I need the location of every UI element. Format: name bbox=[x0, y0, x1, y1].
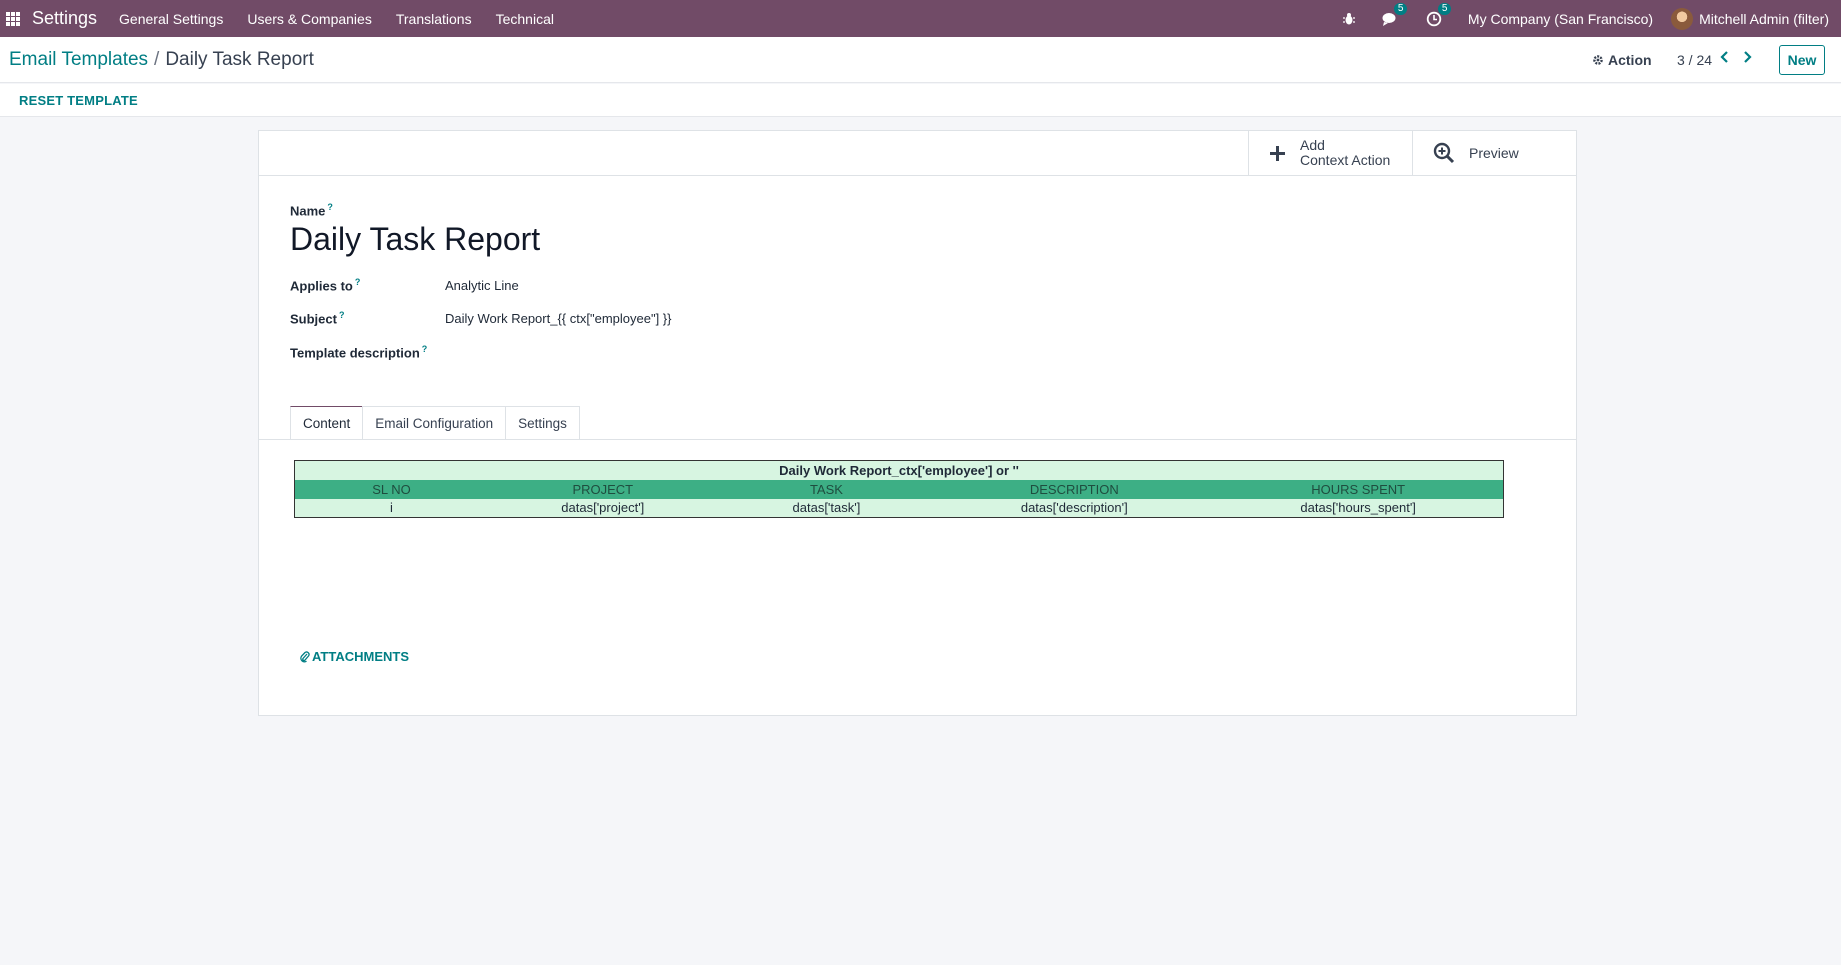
new-button[interactable]: New bbox=[1779, 45, 1825, 75]
messages-badge: 5 bbox=[1393, 2, 1408, 15]
pager-value[interactable]: 3 / 24 bbox=[1677, 52, 1712, 68]
apps-menu-icon[interactable] bbox=[6, 11, 20, 26]
table-header-task: TASK bbox=[717, 479, 936, 499]
preview-button[interactable]: Preview bbox=[1412, 131, 1576, 175]
plus-icon bbox=[1269, 145, 1286, 162]
breadcrumb-separator: / bbox=[154, 49, 160, 70]
table-header-sl-no: SL NO bbox=[294, 479, 488, 499]
menu-translations[interactable]: Translations bbox=[396, 11, 472, 27]
applies-to-label-text: Applies to bbox=[290, 278, 353, 294]
messages-icon[interactable]: 5 bbox=[1382, 2, 1408, 27]
tab-content[interactable]: Content bbox=[290, 406, 364, 440]
table-cell-hours-spent: datas['hours_spent'] bbox=[1213, 498, 1504, 518]
tab-email-configuration[interactable]: Email Configuration bbox=[362, 406, 507, 440]
subject-label-text: Subject bbox=[290, 311, 337, 327]
activities-badge: 5 bbox=[1437, 2, 1452, 15]
breadcrumb-current: Daily Task Report bbox=[165, 49, 314, 70]
pager-prev-icon[interactable] bbox=[1720, 50, 1730, 68]
breadcrumb-email-templates[interactable]: Email Templates bbox=[9, 49, 148, 70]
gear-icon bbox=[1593, 55, 1603, 65]
add-context-action-line1: Add bbox=[1300, 137, 1325, 153]
menu-technical[interactable]: Technical bbox=[496, 11, 554, 27]
name-help-tooltip[interactable]: ? bbox=[327, 202, 333, 212]
name-label-text: Name bbox=[290, 203, 326, 219]
applies-to-field[interactable]: Analytic Line bbox=[445, 278, 519, 293]
tabs-divider bbox=[259, 439, 1576, 440]
table-cell-task: datas['task'] bbox=[717, 498, 936, 518]
attachments-label: ATTACHMENTS bbox=[312, 649, 410, 664]
form-statusbar: RESET TEMPLATE bbox=[0, 84, 1841, 117]
company-switcher[interactable]: My Company (San Francisco) bbox=[1468, 11, 1653, 27]
form-sheet: Add Context Action Preview Name? Daily T… bbox=[258, 130, 1577, 716]
pager-next-icon[interactable] bbox=[1742, 50, 1752, 68]
applies-to-help-tooltip[interactable]: ? bbox=[355, 277, 361, 287]
notebook-tabs: Content Email Configuration Settings bbox=[290, 406, 580, 440]
add-context-action-button[interactable]: Add Context Action bbox=[1248, 131, 1412, 175]
table-header-description: DESCRIPTION bbox=[935, 479, 1214, 499]
reset-template-button[interactable]: RESET TEMPLATE bbox=[19, 93, 138, 108]
table-cell-sl-no: i bbox=[294, 498, 488, 518]
subject-label: Subject? bbox=[290, 310, 344, 326]
zoom-in-icon bbox=[1433, 142, 1455, 164]
activities-clock-icon[interactable]: 5 bbox=[1426, 2, 1452, 27]
add-context-action-line2: Context Action bbox=[1300, 152, 1391, 168]
paperclip-icon bbox=[300, 650, 310, 662]
tab-settings[interactable]: Settings bbox=[505, 406, 580, 440]
applies-to-label: Applies to? bbox=[290, 277, 360, 293]
action-button[interactable]: Action bbox=[1592, 52, 1652, 68]
button-box: Add Context Action Preview bbox=[259, 131, 1576, 176]
debug-bug-icon[interactable] bbox=[1342, 12, 1356, 26]
preview-label: Preview bbox=[1469, 144, 1519, 161]
table-header-hours-spent: HOURS SPENT bbox=[1213, 479, 1504, 499]
subject-field[interactable]: Daily Work Report_{{ ctx["employee"] }} bbox=[445, 311, 671, 326]
table-title: Daily Work Report_ctx['employee'] or '' bbox=[294, 460, 1504, 480]
control-panel: Email Templates / Daily Task Report Action… bbox=[0, 37, 1841, 83]
menu-users-companies[interactable]: Users & Companies bbox=[247, 11, 372, 27]
action-label: Action bbox=[1608, 52, 1652, 68]
template-description-help-tooltip[interactable]: ? bbox=[422, 344, 428, 354]
user-avatar[interactable] bbox=[1671, 7, 1694, 30]
table-cell-description: datas['description'] bbox=[935, 498, 1214, 518]
user-menu[interactable]: Mitchell Admin (filter) bbox=[1699, 11, 1829, 27]
app-name[interactable]: Settings bbox=[32, 8, 97, 29]
subject-help-tooltip[interactable]: ? bbox=[339, 310, 345, 320]
top-navbar: Settings General Settings Users & Compan… bbox=[0, 0, 1841, 37]
template-description-label: Template description? bbox=[290, 344, 427, 360]
template-name-input[interactable]: Daily Task Report bbox=[290, 221, 540, 258]
breadcrumb: Email Templates / Daily Task Report bbox=[9, 49, 314, 71]
name-label: Name? bbox=[290, 202, 333, 218]
table-cell-project: datas['project'] bbox=[487, 498, 718, 518]
table-header-project: PROJECT bbox=[487, 479, 718, 499]
attachments-button[interactable]: ATTACHMENTS bbox=[300, 649, 409, 664]
template-description-label-text: Template description bbox=[290, 345, 420, 361]
menu-general-settings[interactable]: General Settings bbox=[119, 11, 223, 27]
email-body-table[interactable]: Daily Work Report_ctx['employee'] or '' … bbox=[294, 460, 1504, 518]
table-row: i datas['project'] datas['task'] datas['… bbox=[294, 498, 1504, 518]
